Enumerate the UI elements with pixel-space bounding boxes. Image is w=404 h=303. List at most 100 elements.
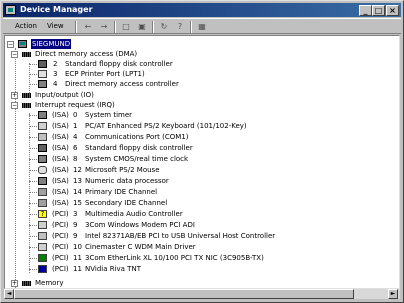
properties-icon[interactable]: ▣	[135, 21, 149, 33]
tree-root-row[interactable]: − SIEGMUND	[7, 39, 127, 49]
irq-row[interactable]: (PCI) 10 Cinemaster C WDM Main Driver	[25, 242, 355, 252]
bus-type: (PCI)	[52, 210, 69, 218]
device-tree[interactable]: − SIEGMUND − Direct memory access (DMA) …	[4, 35, 400, 289]
device-name: Microsoft PS/2 Mouse	[85, 166, 160, 174]
device-name: NVidia Riva TNT	[85, 265, 141, 273]
irq-number: 11	[73, 265, 82, 273]
category-label: Input/output (IO)	[35, 91, 94, 99]
collapse-icon[interactable]: −	[7, 41, 14, 48]
scroll-thumb[interactable]	[14, 289, 354, 299]
device-name: ECP Printer Port (LPT1)	[65, 70, 145, 78]
minimize-button[interactable]: _	[359, 5, 372, 16]
tree-line	[29, 203, 37, 204]
bus-type: (PCI)	[52, 265, 69, 273]
irq-row[interactable]: (PCI) 9 Intel 82371AB/EB PCI to USB Univer…	[25, 231, 355, 241]
irq-row[interactable]: (PCI) 11 NVidia Riva TNT	[25, 264, 355, 274]
bus-type: (ISA)	[52, 199, 69, 207]
scan-icon[interactable]: ▦	[195, 21, 209, 33]
category-memory[interactable]: + Memory	[11, 278, 211, 288]
expand-icon[interactable]: +	[11, 280, 18, 287]
irq-row[interactable]: (ISA) 15 Secondary IDE Channel	[25, 198, 355, 208]
tree-line	[29, 84, 37, 85]
irq-number: 3	[73, 210, 78, 218]
ide-icon	[38, 188, 47, 196]
dma-row[interactable]: 2 Standard floppy disk controller	[25, 59, 245, 69]
menu-action[interactable]: Action	[15, 22, 37, 30]
irq-number: 9	[73, 232, 78, 240]
resource-icon	[22, 103, 31, 108]
irq-row[interactable]: (ISA) 14 Primary IDE Channel	[25, 187, 355, 197]
horizontal-scrollbar[interactable]: ◄ ►	[4, 289, 400, 299]
title-bar[interactable]: Device Manager _ □ ×	[3, 3, 401, 17]
maximize-button[interactable]: □	[372, 5, 385, 16]
irq-number: 10	[73, 243, 82, 251]
forward-icon[interactable]: →	[97, 21, 111, 33]
irq-row[interactable]: ? (PCI) 3 Multimedia Audio Controller	[25, 209, 355, 219]
chip-icon	[38, 177, 47, 185]
device-name: 3Com Windows Modem PCI ADI	[85, 221, 195, 229]
scroll-right-button[interactable]: ►	[388, 289, 398, 299]
toolbar-separator	[152, 21, 154, 33]
irq-number: 14	[73, 188, 82, 196]
tree-line	[29, 247, 37, 248]
bus-type: (PCI)	[52, 254, 69, 262]
irq-row[interactable]: (ISA) 1 PC/AT Enhanced PS/2 Keyboard (101/…	[25, 121, 355, 131]
sound-icon	[38, 243, 47, 251]
bus-type: (ISA)	[52, 133, 69, 141]
category-dma[interactable]: − Direct memory access (DMA)	[11, 49, 211, 59]
category-io[interactable]: + Input/output (IO)	[11, 90, 211, 100]
scroll-left-button[interactable]: ◄	[4, 289, 14, 299]
collapse-icon[interactable]: −	[11, 102, 18, 109]
collapse-icon[interactable]: −	[11, 51, 18, 58]
device-name: Multimedia Audio Controller	[85, 210, 183, 218]
tree-line	[29, 236, 37, 237]
device-name: PC/AT Enhanced PS/2 Keyboard (101/102-Ke…	[85, 122, 247, 130]
computer-name: SIEGMUND	[31, 39, 72, 49]
tree-line	[29, 181, 37, 182]
usb-icon	[38, 232, 47, 240]
refresh-icon[interactable]: ↻	[157, 21, 171, 33]
back-icon[interactable]: ←	[81, 21, 95, 33]
tree-line	[29, 269, 37, 270]
port-icon	[38, 133, 47, 141]
dma-row[interactable]: 4 Direct memory access controller	[25, 79, 245, 89]
irq-row[interactable]: (PCI) 11 3Com EtherLink XL 10/100 PCI TX N…	[25, 253, 355, 263]
menu-view[interactable]: View	[47, 22, 64, 30]
tree-line	[29, 64, 37, 65]
tree-line	[29, 126, 37, 127]
help-icon[interactable]: ?	[173, 21, 187, 33]
chip-icon	[38, 155, 47, 163]
resource-icon	[22, 281, 31, 286]
device-name: Secondary IDE Channel	[85, 199, 168, 207]
device-manager-window: Device Manager _ □ × Action View ← → □ ▣…	[0, 0, 404, 303]
computer-icon	[18, 40, 27, 48]
irq-row[interactable]: (ISA) 13 Numeric data processor	[25, 176, 355, 186]
irq-row[interactable]: (PCI) 9 3Com Windows Modem PCI ADI	[25, 220, 355, 230]
bus-type: (ISA)	[52, 122, 69, 130]
chip-icon	[38, 80, 47, 88]
device-name: Direct memory access controller	[65, 80, 179, 88]
bus-type: (ISA)	[52, 155, 69, 163]
irq-row[interactable]: (ISA) 0 System timer	[25, 110, 355, 120]
irq-row[interactable]: (ISA) 6 Standard floppy disk controller	[25, 143, 355, 153]
up-folder-icon[interactable]: □	[119, 21, 133, 33]
irq-row[interactable]: (ISA) 12 Microsoft PS/2 Mouse	[25, 165, 355, 175]
toolbar-separator	[75, 21, 77, 33]
bus-type: (ISA)	[52, 177, 69, 185]
bus-type: (ISA)	[52, 188, 69, 196]
bus-type: (PCI)	[52, 221, 69, 229]
expand-icon[interactable]: +	[11, 92, 18, 99]
tree-line	[15, 48, 16, 288]
nic-icon	[38, 254, 47, 262]
tree-line	[29, 115, 37, 116]
category-label: Interrupt request (IRQ)	[35, 101, 115, 109]
irq-row[interactable]: (ISA) 8 System CMOS/real time clock	[25, 154, 355, 164]
irq-row[interactable]: (ISA) 4 Communications Port (COM1)	[25, 132, 355, 142]
dma-row[interactable]: 3 ECP Printer Port (LPT1)	[25, 69, 245, 79]
tree-line	[29, 225, 37, 226]
category-irq[interactable]: − Interrupt request (IRQ)	[11, 100, 211, 110]
close-button[interactable]: ×	[386, 5, 399, 16]
irq-number: 11	[73, 254, 82, 262]
tree-line	[29, 192, 37, 193]
irq-number: 13	[73, 177, 82, 185]
